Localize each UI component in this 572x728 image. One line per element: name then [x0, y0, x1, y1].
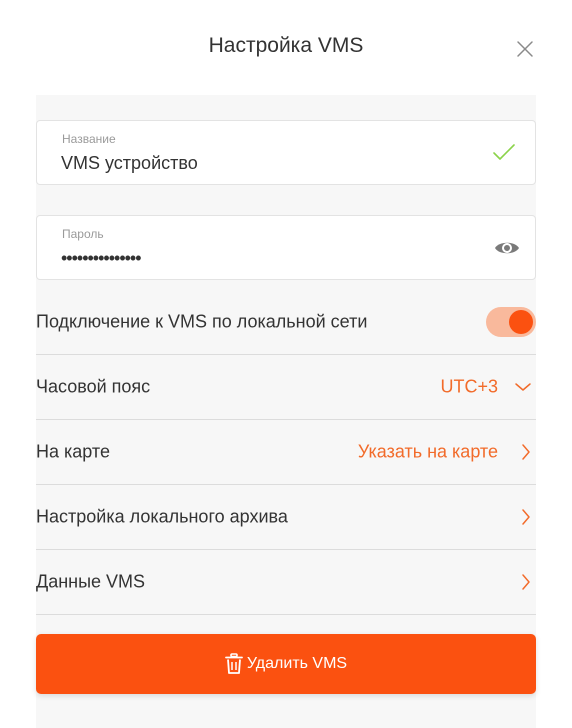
name-field-label: Название — [62, 132, 116, 146]
trash-icon — [224, 653, 243, 674]
name-field[interactable]: Название VMS устройство — [36, 120, 536, 185]
close-icon — [517, 41, 533, 57]
chevron-right-icon[interactable] — [520, 573, 532, 591]
delete-vms-button[interactable]: Удалить VMS — [36, 634, 536, 694]
eye-icon[interactable] — [493, 238, 521, 258]
chevron-right-icon[interactable] — [520, 443, 532, 461]
password-field-label: Пароль — [62, 227, 104, 241]
settings-panel: Название VMS устройство Пароль •••••••••… — [36, 95, 536, 728]
chevron-right-icon[interactable] — [520, 508, 532, 526]
timezone-row[interactable]: Часовой пояс UTC+3 — [36, 355, 536, 420]
local-network-row: Подключение к VMS по локальной сети — [36, 290, 536, 355]
name-field-value[interactable]: VMS устройство — [61, 153, 198, 174]
password-field[interactable]: Пароль ••••••••••••••• — [36, 215, 536, 280]
local-archive-row[interactable]: Настройка локального архива — [36, 485, 536, 550]
toggle-knob — [509, 310, 533, 334]
vms-data-row[interactable]: Данные VMS — [36, 550, 536, 615]
vms-settings-dialog: Настройка VMS Название VMS устройство Па… — [0, 0, 572, 728]
local-archive-label: Настройка локального архива — [36, 506, 288, 527]
map-label: На карте — [36, 441, 110, 462]
timezone-label: Часовой пояс — [36, 376, 151, 397]
map-value[interactable]: Указать на карте — [358, 442, 498, 463]
check-icon — [493, 144, 515, 160]
dialog-header: Настройка VMS — [0, 0, 572, 94]
close-button[interactable] — [512, 36, 538, 62]
local-network-toggle[interactable] — [486, 307, 536, 337]
password-field-value[interactable]: ••••••••••••••• — [61, 248, 142, 269]
delete-vms-label: Удалить VMS — [246, 655, 348, 672]
timezone-value[interactable]: UTC+3 — [440, 377, 498, 398]
chevron-down-icon[interactable] — [514, 381, 532, 393]
map-row[interactable]: На карте Указать на карте — [36, 420, 536, 485]
vms-data-label: Данные VMS — [36, 571, 146, 592]
dialog-title: Настройка VMS — [208, 34, 364, 57]
local-network-label: Подключение к VMS по локальной сети — [36, 311, 368, 332]
